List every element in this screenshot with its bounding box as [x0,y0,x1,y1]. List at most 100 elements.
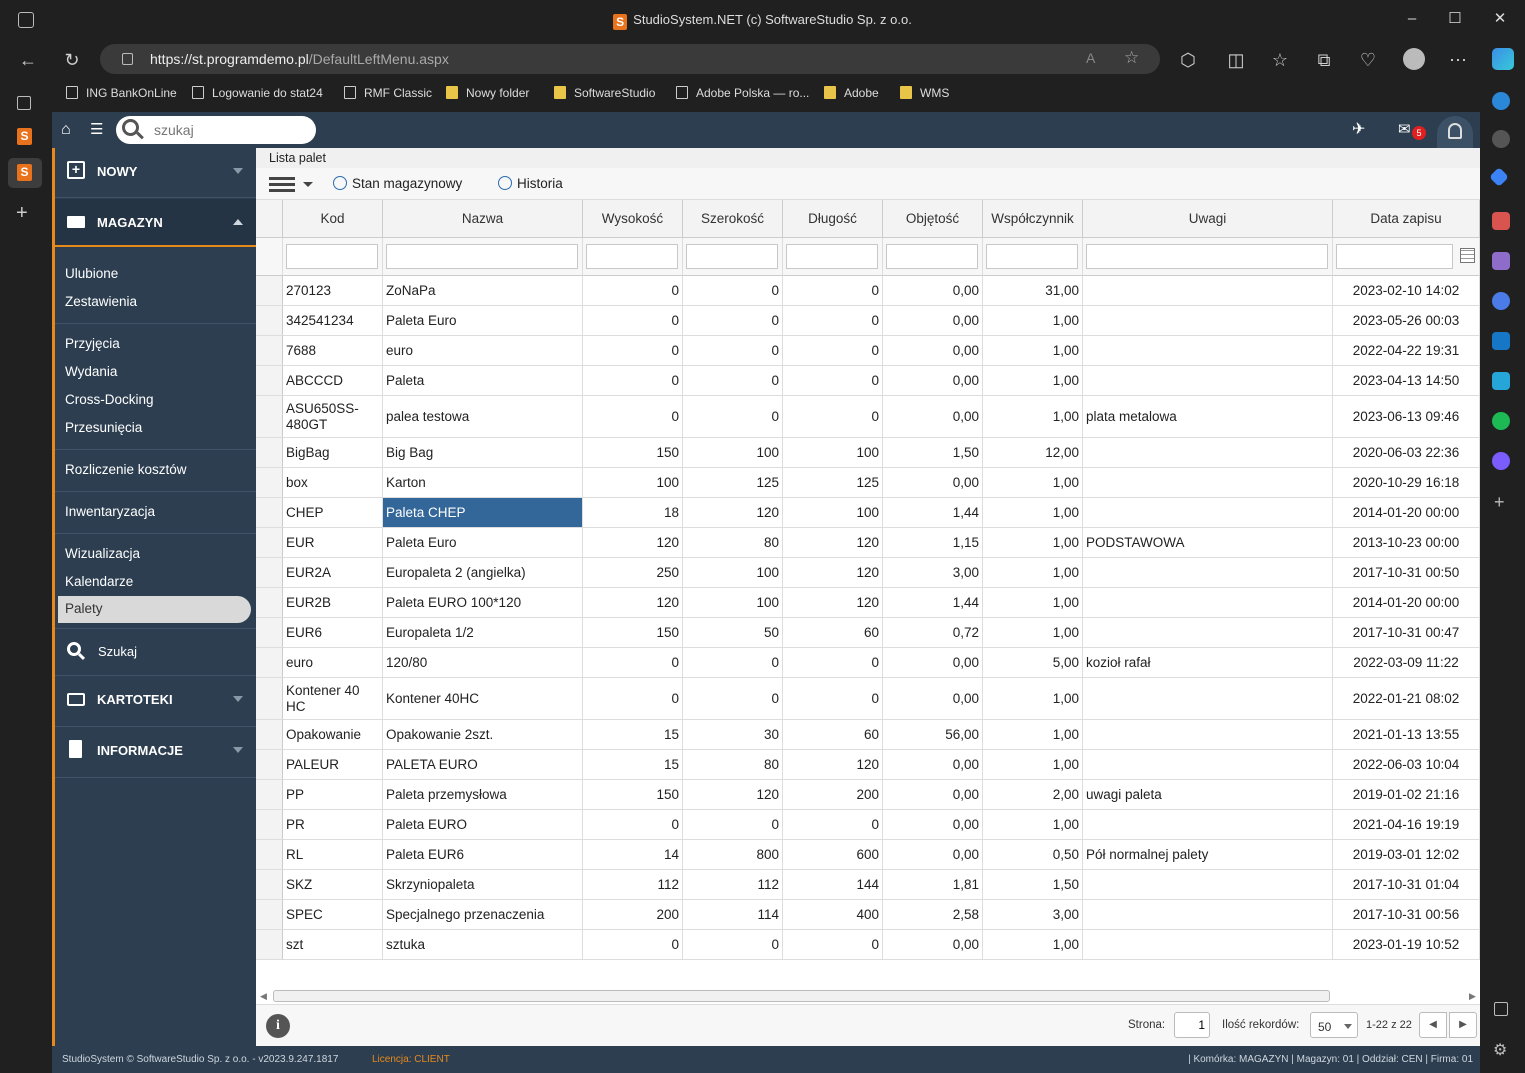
table-row[interactable]: EUR2A Europaleta 2 (angielka) 250 100 120 3,0… [256,558,1480,588]
cell-nazwa[interactable]: Paleta przemysłowa [383,780,583,809]
cell-uwagi[interactable] [1083,336,1333,365]
cell-szerokosc[interactable]: 80 [683,750,783,779]
sidebar-item-wydania[interactable]: Wydania [65,364,117,379]
cell-objetosc[interactable]: 3,00 [883,558,983,587]
cell-data-zapisu[interactable]: 2020-10-29 16:18 [1333,468,1480,497]
cell-szerokosc[interactable]: 114 [683,900,783,929]
cell-data-zapisu[interactable]: 2020-06-03 22:36 [1333,438,1480,467]
cell-dlugosc[interactable]: 100 [783,438,883,467]
cell-dlugosc[interactable]: 120 [783,750,883,779]
cell-wspolczynnik[interactable]: 1,00 [983,930,1083,959]
cell-wysokosc[interactable]: 0 [583,276,683,305]
tab-actions-icon[interactable] [17,96,31,110]
cell-data-zapisu[interactable]: 2013-10-23 00:00 [1333,528,1480,557]
cell-wysokosc[interactable]: 18 [583,498,683,527]
cell-wysokosc[interactable]: 0 [583,396,683,437]
cell-wspolczynnik[interactable]: 1,00 [983,336,1083,365]
cell-szerokosc[interactable]: 120 [683,780,783,809]
cell-kod[interactable]: 342541234 [283,306,383,335]
cell-wysokosc[interactable]: 0 [583,810,683,839]
cell-dlugosc[interactable]: 0 [783,336,883,365]
cell-wspolczynnik[interactable]: 1,00 [983,720,1083,749]
previous-page-button[interactable]: ◀ [1419,1012,1447,1038]
row-selector[interactable] [256,930,283,959]
spotify-icon[interactable] [1492,412,1510,430]
back-icon[interactable]: ← [16,49,40,71]
cell-dlugosc[interactable]: 0 [783,276,883,305]
menu-collapse-icon[interactable]: ☰ [90,120,103,138]
minimize-button[interactable]: – [1402,9,1422,29]
cell-data-zapisu[interactable]: 2022-03-09 11:22 [1333,648,1480,677]
row-selector[interactable] [256,438,283,467]
filter-input-wysokosc[interactable] [586,244,678,269]
cell-wspolczynnik[interactable]: 1,00 [983,498,1083,527]
table-row[interactable]: PP Paleta przemysłowa 150 120 200 0,00 2,00 uwa… [256,780,1480,810]
column-header-wysokosc[interactable]: Wysokość [583,200,683,238]
cell-wspolczynnik[interactable]: 1,00 [983,468,1083,497]
historia-button[interactable]: Historia [498,176,563,191]
cell-uwagi[interactable] [1083,810,1333,839]
cell-kod[interactable]: SPEC [283,900,383,929]
cell-szerokosc[interactable]: 120 [683,498,783,527]
cell-wspolczynnik[interactable]: 1,00 [983,366,1083,395]
filter-input-dlugosc[interactable] [786,244,878,269]
cell-uwagi[interactable]: kozioł rafał [1083,648,1333,677]
cell-wysokosc[interactable]: 0 [583,930,683,959]
table-row[interactable]: ABCCCD Paleta 0 0 0 0,00 1,00 2023-04-13 14:50 [256,366,1480,396]
scroll-right-icon[interactable]: ▶ [1469,991,1476,1002]
cell-dlugosc[interactable]: 120 [783,528,883,557]
table-row[interactable]: SPEC Specjalnego przenaczenia 200 114 400 2,5… [256,900,1480,930]
cell-dlugosc[interactable]: 60 [783,720,883,749]
drop-icon[interactable] [1492,372,1510,390]
cell-dlugosc[interactable]: 0 [783,366,883,395]
cell-wspolczynnik[interactable]: 1,00 [983,678,1083,719]
sidebar-item-kalendarze[interactable]: Kalendarze [65,574,133,589]
cell-wysokosc[interactable]: 0 [583,306,683,335]
cell-wspolczynnik[interactable]: 1,00 [983,306,1083,335]
cell-nazwa[interactable]: Paleta EUR6 [383,840,583,869]
cell-wspolczynnik[interactable]: 1,00 [983,810,1083,839]
cell-objetosc[interactable]: 0,00 [883,396,983,437]
row-selector[interactable] [256,870,283,899]
cell-objetosc[interactable]: 0,00 [883,750,983,779]
table-row[interactable]: PALEUR PALETA EURO 15 80 120 0,00 1,00 2022-06-… [256,750,1480,780]
column-header-kod[interactable]: Kod [283,200,383,238]
favorite-star-icon[interactable]: ☆ [1124,48,1139,68]
cell-dlugosc[interactable]: 0 [783,678,883,719]
cell-wspolczynnik[interactable]: 1,00 [983,528,1083,557]
profile-avatar[interactable] [1403,48,1425,70]
cell-wspolczynnik[interactable]: 3,00 [983,900,1083,929]
cell-nazwa[interactable]: Paleta CHEP [383,498,583,527]
cell-wspolczynnik[interactable]: 2,00 [983,780,1083,809]
cell-data-zapisu[interactable]: 2019-03-01 12:02 [1333,840,1480,869]
row-selector[interactable] [256,528,283,557]
cell-szerokosc[interactable]: 800 [683,840,783,869]
cell-kod[interactable]: RL [283,840,383,869]
cell-objetosc[interactable]: 1,15 [883,528,983,557]
cell-wysokosc[interactable]: 150 [583,438,683,467]
cell-objetosc[interactable]: 1,81 [883,870,983,899]
cell-nazwa[interactable]: euro [383,336,583,365]
cell-nazwa[interactable]: Karton [383,468,583,497]
cell-uwagi[interactable] [1083,306,1333,335]
cell-kod[interactable]: PP [283,780,383,809]
row-selector[interactable] [256,276,283,305]
cell-wspolczynnik[interactable]: 1,00 [983,750,1083,779]
cell-data-zapisu[interactable]: 2022-01-21 08:02 [1333,678,1480,719]
cell-wysokosc[interactable]: 112 [583,870,683,899]
sidebar-item-cross-docking[interactable]: Cross-Docking [65,392,154,407]
table-row[interactable]: PR Paleta EURO 0 0 0 0,00 1,00 2021-04-16 19:19 [256,810,1480,840]
read-aloud-icon[interactable]: A [1086,50,1095,66]
cell-uwagi[interactable]: plata metalowa [1083,396,1333,437]
sidebar-item-wizualizacja[interactable]: Wizualizacja [65,546,140,561]
cell-nazwa[interactable]: Paleta [383,366,583,395]
cell-nazwa[interactable]: sztuka [383,930,583,959]
cell-nazwa[interactable]: Europaleta 2 (angielka) [383,558,583,587]
cell-wspolczynnik[interactable]: 1,50 [983,870,1083,899]
cell-kod[interactable]: PR [283,810,383,839]
split-screen-icon[interactable]: ◫ [1224,49,1248,71]
cell-wysokosc[interactable]: 15 [583,720,683,749]
cell-objetosc[interactable]: 0,00 [883,306,983,335]
games-icon[interactable] [1492,252,1510,270]
cell-wspolczynnik[interactable]: 1,00 [983,588,1083,617]
